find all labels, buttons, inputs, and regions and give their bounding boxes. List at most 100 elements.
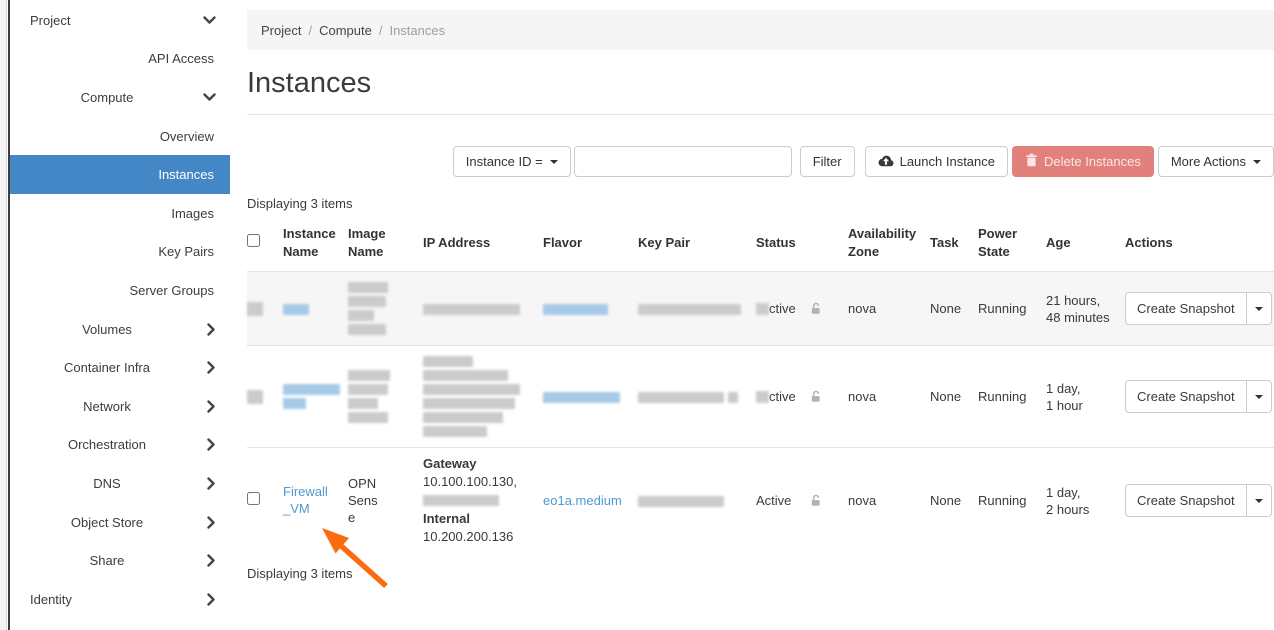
launch-instance-label: Launch Instance [900, 154, 995, 169]
col-header-key-pair[interactable]: Key Pair [638, 217, 756, 272]
redacted-key-pair [638, 496, 724, 507]
ip-internal-label: Internal [423, 510, 533, 528]
create-snapshot-button[interactable]: Create Snapshot [1125, 292, 1247, 325]
col-header-image-name[interactable]: Image Name [348, 217, 423, 272]
breadcrumb-separator: / [379, 23, 383, 38]
sidebar-group-share[interactable]: Share [10, 541, 230, 580]
sidebar-item-images[interactable]: Images [10, 194, 230, 233]
sidebar-item-api-access[interactable]: API Access [10, 40, 230, 79]
age-cell: 1 day,2 hours [1046, 448, 1125, 554]
redacted-ip-address [423, 426, 487, 437]
age-line2: 1 hour [1046, 398, 1083, 413]
row-select-checkbox[interactable] [247, 492, 260, 505]
caret-down-icon [1255, 307, 1263, 311]
instance-name-text: Firewall_VM [283, 483, 333, 517]
redacted-checkbox [247, 302, 263, 316]
row-actions-dropdown-toggle[interactable] [1247, 484, 1272, 517]
col-header-flavor[interactable]: Flavor [543, 217, 638, 272]
row-actions: Create Snapshot [1125, 380, 1272, 413]
col-header-actions: Actions [1125, 217, 1274, 272]
redacted-image-name [348, 370, 390, 381]
more-actions-button[interactable]: More Actions [1158, 146, 1274, 177]
sidebar-group-network[interactable]: Network [10, 387, 230, 426]
breadcrumb: Project / Compute / Instances [247, 10, 1274, 50]
window-left-gutter [0, 0, 7, 630]
table-toolbar: Instance ID = Filter Launch Instance [247, 146, 1274, 177]
power-state-cell: Running [978, 272, 1046, 346]
more-actions-label: More Actions [1171, 154, 1246, 169]
sidebar-group-compute[interactable]: Compute [10, 78, 230, 117]
col-header-task[interactable]: Task [930, 217, 978, 272]
breadcrumb-item-instances: Instances [389, 23, 445, 38]
power-state-cell: Running [978, 448, 1046, 554]
age-line2: 48 minutes [1046, 310, 1110, 325]
create-snapshot-button[interactable]: Create Snapshot [1125, 380, 1247, 413]
sidebar-group-orchestration[interactable]: Orchestration [10, 426, 230, 465]
sidebar-section-label: Project [30, 13, 70, 28]
items-count-top: Displaying 3 items [247, 196, 1274, 211]
delete-instances-button[interactable]: Delete Instances [1012, 146, 1154, 177]
main-content: Project / Compute / Instances Instances … [230, 0, 1274, 630]
table-row: ctive nova None Running 1 day,1 hour Cre… [247, 346, 1274, 448]
unlock-icon [808, 389, 838, 404]
age-cell: 21 hours, 48 minutes [1046, 272, 1125, 346]
sidebar-group-label: Network [83, 399, 131, 414]
filter-button[interactable]: Filter [800, 146, 855, 177]
chevron-down-icon [203, 93, 216, 102]
sidebar-group-label: Volumes [82, 322, 132, 337]
row-actions-dropdown-toggle[interactable] [1247, 292, 1272, 325]
sidebar-item-overview[interactable]: Overview [10, 117, 230, 156]
search-input[interactable] [574, 146, 792, 177]
create-snapshot-label: Create Snapshot [1137, 492, 1235, 510]
launch-instance-button[interactable]: Launch Instance [865, 146, 1008, 177]
filter-button-label: Filter [813, 154, 842, 169]
sidebar-item-instances[interactable]: Instances [10, 155, 230, 194]
sidebar-item-server-groups[interactable]: Server Groups [10, 271, 230, 310]
redacted-key-pair [638, 392, 724, 403]
redacted-image-name [348, 384, 388, 395]
redacted-status-prefix [756, 303, 769, 315]
col-header-status[interactable]: Status [756, 217, 808, 272]
row-actions-dropdown-toggle[interactable] [1247, 380, 1272, 413]
ip-gateway-label: Gateway [423, 455, 533, 473]
chevron-right-icon [207, 554, 216, 567]
col-header-power-state[interactable]: Power State [978, 217, 1046, 272]
redacted-instance-name [283, 398, 306, 409]
age-line1: 21 hours, [1046, 293, 1100, 308]
redacted-ip-address [423, 495, 499, 506]
breadcrumb-item-compute[interactable]: Compute [319, 23, 372, 38]
image-name-text: OPNSense [348, 475, 382, 526]
sidebar-group-label: DNS [93, 476, 120, 491]
age-line2: 2 hours [1046, 502, 1089, 517]
filter-field-dropdown[interactable]: Instance ID = [453, 146, 571, 177]
sidebar-item-key-pairs[interactable]: Key Pairs [10, 233, 230, 272]
sidebar-group-volumes[interactable]: Volumes [10, 310, 230, 349]
power-state-cell: Running [978, 346, 1046, 448]
col-header-age[interactable]: Age [1046, 217, 1125, 272]
create-snapshot-button[interactable]: Create Snapshot [1125, 484, 1247, 517]
sidebar-item-label: Instances [158, 167, 214, 182]
chevron-right-icon [207, 593, 216, 606]
select-all-checkbox[interactable] [247, 234, 260, 247]
sidebar-group-label: Share [90, 553, 125, 568]
ip-gateway-value: 10.100.100.130, [423, 473, 533, 491]
col-header-availability-zone[interactable]: Availability Zone [848, 217, 930, 272]
trash-icon [1025, 153, 1044, 170]
sidebar-section-identity[interactable]: Identity [10, 580, 230, 619]
chevron-right-icon [207, 438, 216, 451]
flavor-link[interactable]: eo1a.medium [543, 493, 622, 508]
sidebar-group-object-store[interactable]: Object Store [10, 503, 230, 542]
redacted-ip-address [423, 304, 520, 315]
items-count-bottom: Displaying 3 items [247, 566, 1274, 581]
sidebar-group-dns[interactable]: DNS [10, 464, 230, 503]
table-row: ctive nova None Running 21 hours,48 minu… [247, 272, 1274, 346]
breadcrumb-item-project[interactable]: Project [261, 23, 301, 38]
unlock-icon [808, 493, 838, 508]
sidebar-item-label: Images [171, 206, 214, 221]
col-header-instance-name[interactable]: Instance Name [283, 217, 348, 272]
sidebar-group-container-infra[interactable]: Container Infra [10, 348, 230, 387]
col-header-ip-address[interactable]: IP Address [423, 217, 543, 272]
instance-name-link[interactable]: Firewall_VM [283, 501, 333, 516]
sidebar-section-project[interactable]: Project [10, 1, 230, 40]
chevron-right-icon [207, 361, 216, 374]
